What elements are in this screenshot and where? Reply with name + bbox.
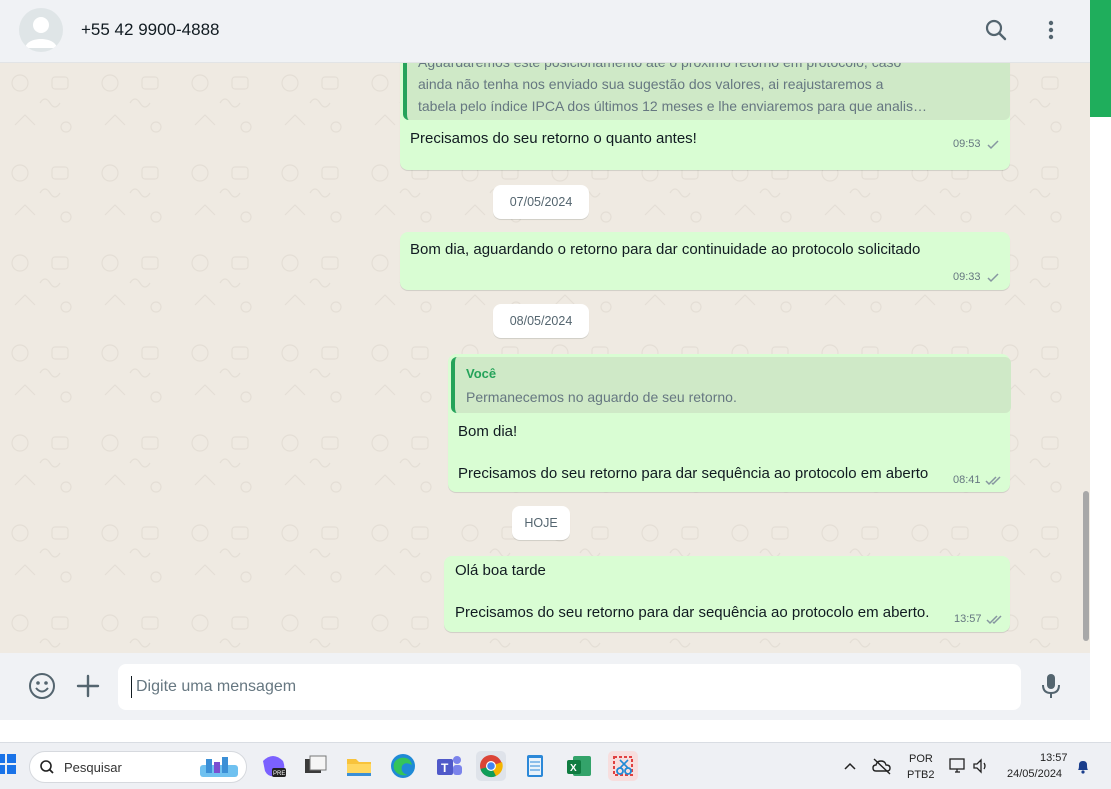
message-text: Precisamos do seu retorno o quanto antes… — [410, 130, 697, 147]
svg-text:X: X — [570, 763, 577, 774]
outgoing-message-bubble[interactable]: Você Permanecemos no aguardo de seu reto… — [448, 354, 1011, 492]
window-edge-accent — [1090, 0, 1111, 117]
date-separator: 08/05/2024 — [493, 304, 589, 338]
outgoing-message-bubble[interactable]: Aguardaremos este posicionamento até o p… — [400, 63, 1010, 170]
message-text: Bom dia, aguardando o retorno para dar c… — [410, 241, 921, 258]
text-caret — [131, 676, 132, 698]
message-time: 08:41 — [953, 474, 981, 486]
search-icon — [40, 760, 54, 774]
date-separator: 07/05/2024 — [493, 185, 589, 219]
clock-date[interactable]: 24/05/2024 — [1007, 768, 1062, 780]
date-separator: HOJE — [512, 506, 570, 540]
quoted-message-line: Aguardaremos este posicionamento até o p… — [418, 63, 901, 73]
quoted-message-text: Permanecemos no aguardo de seu retorno. — [466, 389, 737, 405]
message-text-line: Precisamos do seu retorno para dar sequê… — [458, 465, 929, 482]
contact-name[interactable]: +55 42 9900-4888 — [81, 20, 220, 40]
message-input[interactable] — [118, 664, 1021, 710]
chrome-icon[interactable] — [476, 751, 506, 781]
chat-scrollbar-thumb[interactable] — [1083, 491, 1089, 641]
taskbar-search-box[interactable]: Pesquisar — [29, 751, 247, 783]
message-meta: 09:53 — [953, 138, 1001, 150]
svg-text:PRE: PRE — [273, 771, 285, 777]
more-options-icon[interactable] — [1038, 17, 1064, 43]
message-time: 13:57 — [954, 613, 982, 625]
language-indicator-line1[interactable]: POR — [909, 753, 933, 765]
search-icon[interactable] — [983, 17, 1009, 43]
windows-taskbar: Pesquisar PRE T X POR PTB2 13:57 24/05/2… — [0, 742, 1111, 789]
attach-plus-icon[interactable] — [73, 671, 103, 701]
file-explorer-icon[interactable] — [344, 751, 374, 781]
default-avatar-icon[interactable] — [19, 8, 63, 52]
chat-header: +55 42 9900-4888 — [0, 0, 1090, 63]
taskbar-search-label: Pesquisar — [64, 760, 122, 775]
double-check-icon — [985, 475, 1001, 485]
snipping-tool-icon[interactable] — [608, 751, 638, 781]
notification-bell-icon[interactable] — [1075, 758, 1091, 774]
excel-icon[interactable]: X — [564, 751, 594, 781]
message-text-line: Precisamos do seu retorno para dar sequê… — [455, 604, 930, 621]
edge-icon[interactable] — [388, 751, 418, 781]
quoted-message[interactable]: Aguardaremos este posicionamento até o p… — [403, 63, 1010, 120]
single-check-icon — [987, 139, 999, 149]
message-meta: 08:41 — [953, 474, 1003, 486]
message-time: 09:53 — [953, 138, 981, 150]
language-indicator-line2[interactable]: PTB2 — [907, 769, 935, 781]
outgoing-message-bubble[interactable]: Bom dia, aguardando o retorno para dar c… — [400, 232, 1010, 290]
message-text-line: Olá boa tarde — [455, 562, 546, 579]
message-time: 09:33 — [953, 271, 981, 283]
double-check-icon — [986, 614, 1002, 624]
message-text-line: Bom dia! — [458, 423, 518, 440]
svg-text:T: T — [441, 761, 449, 775]
teams-icon[interactable]: T — [434, 751, 464, 781]
quoted-message-line: ainda não tenha nos enviado sua sugestão… — [418, 76, 884, 92]
network-icon[interactable] — [949, 757, 967, 775]
notepad-icon[interactable] — [520, 751, 550, 781]
windows-start-icon[interactable] — [0, 754, 16, 774]
onedrive-offline-icon[interactable] — [872, 757, 892, 775]
message-meta: 13:57 — [954, 613, 1004, 625]
search-highlight-icon — [200, 757, 238, 777]
outgoing-message-bubble[interactable]: Olá boa tarde Precisamos do seu retorno … — [444, 556, 1010, 632]
quoted-message-author: Você — [466, 366, 497, 381]
message-composer — [0, 653, 1090, 720]
microphone-icon[interactable] — [1036, 671, 1066, 701]
emoji-icon[interactable] — [27, 671, 57, 701]
quoted-message-line: tabela pelo índice IPCA dos últimos 12 m… — [418, 98, 927, 114]
quoted-message[interactable]: Você Permanecemos no aguardo de seu reto… — [451, 357, 1011, 413]
clock-time[interactable]: 13:57 — [1040, 752, 1068, 764]
task-view-icon[interactable] — [300, 751, 330, 781]
copilot-icon[interactable]: PRE — [258, 751, 288, 781]
message-meta: 09:33 — [953, 271, 1001, 283]
single-check-icon — [987, 272, 999, 282]
conversation-panel[interactable]: Aguardaremos este posicionamento até o p… — [0, 63, 1090, 653]
window-bottom-margin — [0, 720, 1090, 742]
show-hidden-icons-chevron-icon[interactable] — [843, 759, 857, 773]
volume-icon[interactable] — [972, 757, 990, 775]
